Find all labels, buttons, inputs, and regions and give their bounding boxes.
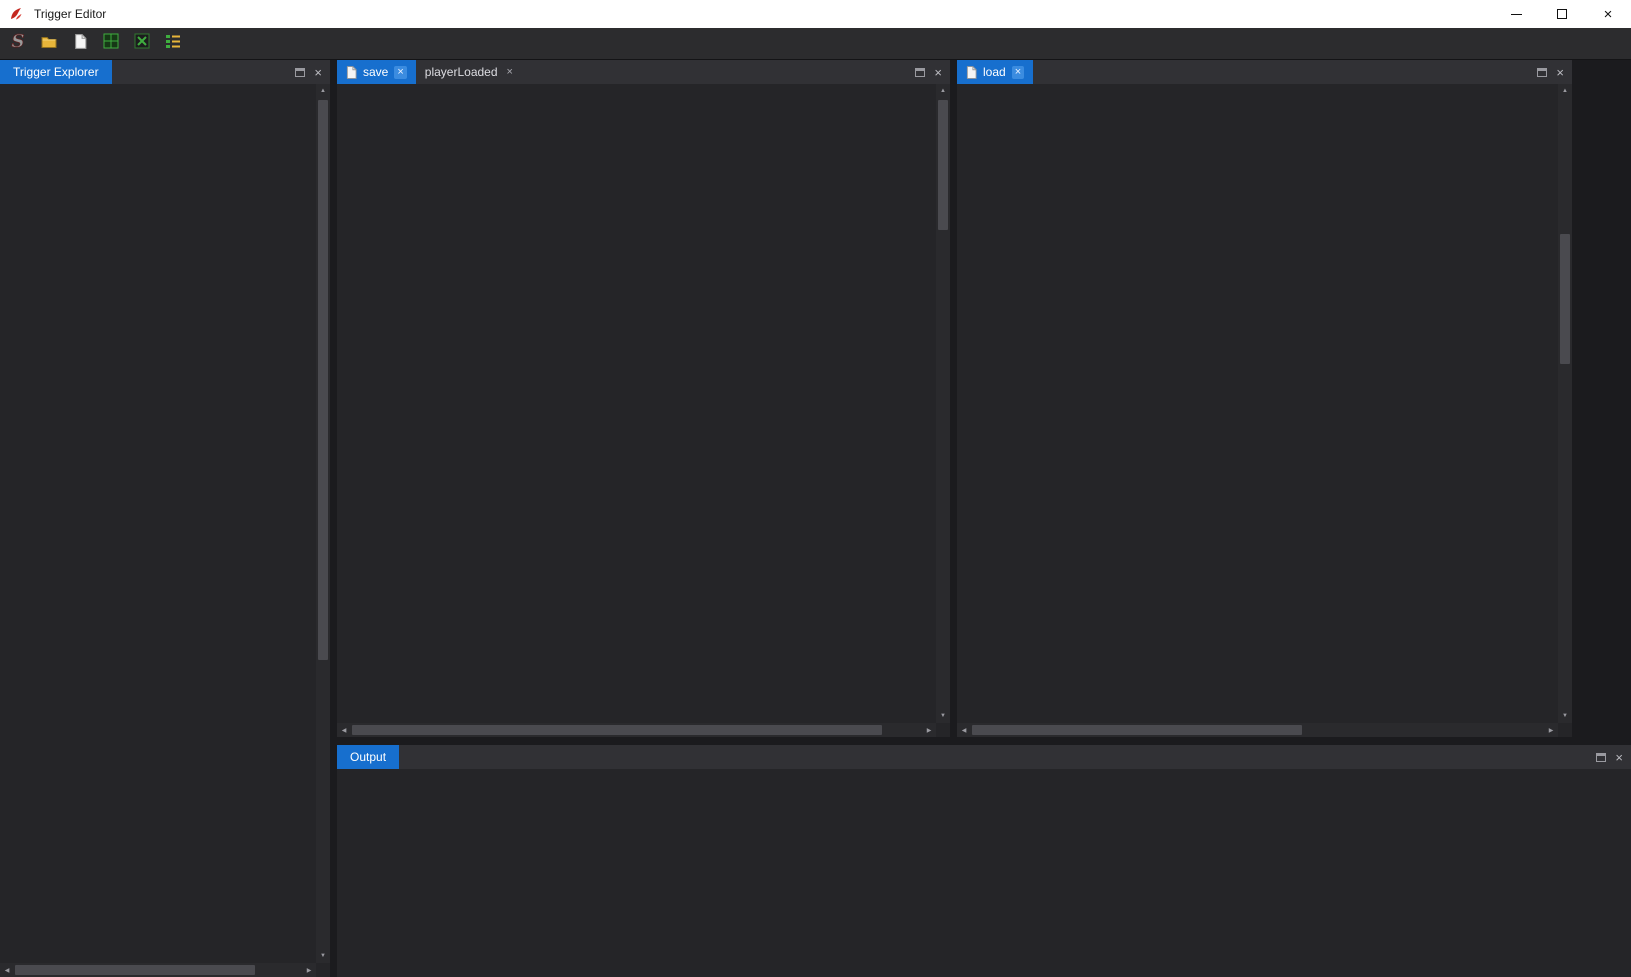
scroll-left-arrow[interactable]: ◀	[957, 723, 971, 737]
app-icon	[8, 5, 26, 23]
editor-vertical-scrollbar[interactable]: ▲ ▼	[936, 84, 950, 723]
scroll-up-arrow[interactable]: ▲	[1558, 84, 1572, 98]
load-tabstrip: load × ×	[957, 60, 1572, 84]
list-button[interactable]	[159, 31, 187, 57]
new-page-button[interactable]	[66, 31, 94, 57]
tab-load[interactable]: load ×	[957, 60, 1033, 84]
tab-output[interactable]: Output	[337, 745, 399, 769]
tree-horizontal-scrollbar[interactable]: ◀ ▶	[0, 963, 316, 977]
scroll-right-arrow[interactable]: ▶	[1544, 723, 1558, 737]
minimize-button[interactable]	[1493, 0, 1539, 28]
trigger-explorer-header: Trigger Explorer ×	[0, 60, 330, 84]
trigger-explorer-title: Trigger Explorer	[0, 60, 112, 84]
scrollbar-thumb[interactable]	[972, 725, 1302, 735]
float-panel-icon[interactable]	[295, 68, 305, 77]
tab-close-button[interactable]: ×	[394, 66, 406, 79]
window-controls: ×	[1493, 0, 1631, 28]
scroll-down-arrow[interactable]: ▼	[316, 949, 330, 963]
green-x-icon	[134, 33, 150, 54]
scroll-up-arrow[interactable]: ▲	[316, 84, 330, 98]
list-icon	[165, 34, 181, 54]
trigger-tree: ▲ ▼ ◀ ▶	[0, 84, 330, 977]
scrollbar-thumb[interactable]	[15, 965, 255, 975]
scroll-right-arrow[interactable]: ▶	[922, 723, 936, 737]
float-panel-icon[interactable]	[1537, 68, 1547, 77]
save-editor[interactable]: ▲ ▼ ◀ ▶	[337, 84, 950, 737]
trigger-explorer-panel: Trigger Explorer × ▲ ▼ ◀ ▶	[0, 60, 330, 977]
editor-vertical-scrollbar[interactable]: ▲ ▼	[1558, 84, 1572, 723]
editor-panel-load: load × × ▲ ▼	[957, 60, 1572, 737]
tab-playerloaded[interactable]: playerLoaded ×	[416, 60, 525, 84]
float-panel-icon[interactable]	[915, 68, 925, 77]
grid-icon	[103, 33, 119, 54]
scrollbar-thumb[interactable]	[938, 100, 948, 230]
tree-vertical-scrollbar[interactable]: ▲ ▼	[316, 84, 330, 963]
scrollbar-thumb[interactable]	[318, 100, 328, 660]
folder-button[interactable]	[35, 31, 63, 57]
editor-horizontal-scrollbar[interactable]: ◀ ▶	[337, 723, 936, 737]
float-panel-icon[interactable]	[1596, 753, 1606, 762]
titlebar: Trigger Editor ×	[0, 0, 1631, 28]
scroll-up-arrow[interactable]: ▲	[936, 84, 950, 98]
close-panel-icon[interactable]: ×	[1556, 66, 1564, 79]
editors-row: save × playerLoaded × ×	[337, 60, 1631, 737]
logo-s-button[interactable]: S	[4, 31, 32, 57]
tab-label: save	[363, 65, 388, 79]
file-icon	[346, 66, 357, 79]
tab-close-button[interactable]: ×	[504, 66, 516, 79]
close-panel-icon[interactable]: ×	[1615, 751, 1623, 764]
green-x-button[interactable]	[128, 31, 156, 57]
output-panel: Output ×	[337, 745, 1631, 977]
svg-text:S: S	[12, 31, 25, 52]
center-area: save × playerLoaded × ×	[337, 60, 1631, 977]
window-title: Trigger Editor	[34, 7, 1493, 21]
editor-horizontal-scrollbar[interactable]: ◀ ▶	[957, 723, 1558, 737]
grid-button[interactable]	[97, 31, 125, 57]
output-log	[337, 769, 1631, 977]
scrollbar-thumb[interactable]	[1560, 234, 1570, 364]
scroll-down-arrow[interactable]: ▼	[1558, 709, 1572, 723]
new-page-icon	[74, 34, 87, 54]
save-tabstrip: save × playerLoaded × ×	[337, 60, 950, 84]
tab-save[interactable]: save ×	[337, 60, 416, 84]
logo-s-icon: S	[7, 30, 29, 57]
close-icon: ×	[1604, 7, 1613, 22]
save-code-area[interactable]	[337, 84, 936, 723]
close-panel-icon[interactable]: ×	[934, 66, 942, 79]
file-icon	[966, 66, 977, 79]
scroll-right-arrow[interactable]: ▶	[302, 963, 316, 977]
scroll-left-arrow[interactable]: ◀	[337, 723, 351, 737]
dock-background	[1572, 60, 1631, 737]
trigger-editor-window: Trigger Editor × S Trigger Explorer ×	[0, 0, 1631, 977]
dock-splitter[interactable]	[337, 737, 1631, 745]
tab-label: load	[983, 65, 1006, 79]
tab-label: playerLoaded	[425, 65, 498, 79]
scrollbar-thumb[interactable]	[352, 725, 882, 735]
panel-splitter[interactable]	[950, 60, 957, 737]
load-code-area[interactable]	[957, 84, 1558, 723]
folder-icon	[41, 35, 57, 53]
maximize-icon	[1557, 9, 1567, 19]
close-panel-icon[interactable]: ×	[314, 66, 322, 79]
minimize-icon	[1511, 14, 1522, 15]
editor-panel-save: save × playerLoaded × ×	[337, 60, 950, 737]
main-toolbar: S	[0, 28, 1631, 60]
tab-close-button[interactable]: ×	[1012, 66, 1024, 79]
scroll-down-arrow[interactable]: ▼	[936, 709, 950, 723]
main-area: Trigger Explorer × ▲ ▼ ◀ ▶	[0, 60, 1631, 977]
trigger-tree-rows	[0, 90, 316, 963]
maximize-button[interactable]	[1539, 0, 1585, 28]
load-editor[interactable]: ▲ ▼ ◀ ▶	[957, 84, 1572, 737]
close-button[interactable]: ×	[1585, 0, 1631, 28]
scroll-left-arrow[interactable]: ◀	[0, 963, 14, 977]
output-header: Output ×	[337, 745, 1631, 769]
panel-splitter[interactable]	[330, 60, 337, 977]
